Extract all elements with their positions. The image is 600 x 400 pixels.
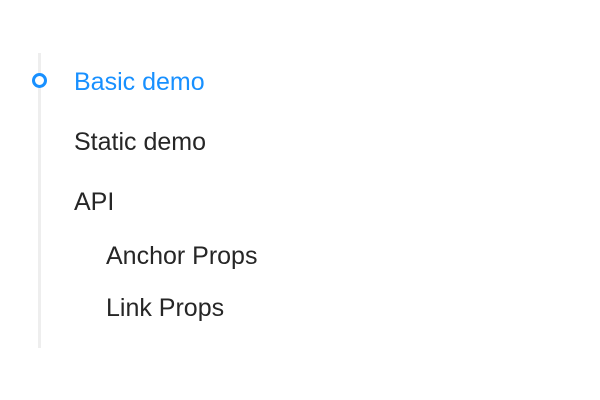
anchor-rail <box>38 53 41 348</box>
anchor-link-api[interactable]: API <box>74 187 114 217</box>
anchor-link-anchor-props[interactable]: Anchor Props <box>106 241 257 271</box>
anchor-nav: Basic demo Static demo API Anchor Props … <box>0 0 600 400</box>
active-indicator-icon <box>32 73 47 88</box>
anchor-link-link-props[interactable]: Link Props <box>106 293 224 323</box>
anchor-link-basic-demo[interactable]: Basic demo <box>74 67 205 97</box>
anchor-link-static-demo[interactable]: Static demo <box>74 127 206 157</box>
